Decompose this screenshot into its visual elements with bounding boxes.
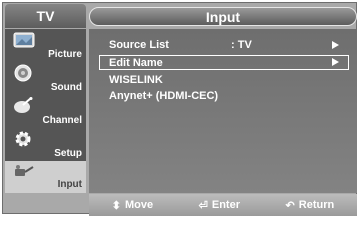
channel-icon: [14, 97, 33, 113]
sidebar-item-input[interactable]: Input: [5, 161, 86, 193]
sidebar-item-label: Input: [57, 179, 82, 190]
sidebar-item-channel[interactable]: Channel: [5, 95, 86, 129]
arrow-right-icon: [332, 41, 339, 49]
sidebar-item-label: Channel: [42, 115, 82, 126]
enter-icon: ⏎: [198, 199, 208, 212]
hint-move: ⬍ Move: [112, 199, 153, 212]
menu-item-edit-name[interactable]: Edit Name: [99, 55, 349, 70]
menu-panel: Source List : TV Edit Name WISELINK Anyn…: [89, 29, 357, 193]
page-title: Input: [205, 8, 241, 25]
menu-item-source-list[interactable]: Source List : TV: [99, 38, 349, 53]
return-icon: ↶: [285, 199, 295, 212]
sidebar-item-picture[interactable]: Picture: [5, 29, 86, 63]
hint-return-label: Return: [298, 199, 335, 211]
osd-frame: TV Picture Sound Channel Setup Input Inp…: [2, 2, 357, 216]
menu-item-label: Source List: [109, 39, 169, 51]
sidebar-item-label: Sound: [50, 82, 82, 93]
hint-enter-label: Enter: [211, 199, 240, 211]
menu-item-value: : TV: [231, 39, 252, 51]
menu-item-label: WISELINK: [109, 74, 163, 86]
menu-item-label: Edit Name: [109, 57, 163, 69]
hint-enter: ⏎ Enter: [199, 199, 240, 212]
tv-osd-screen: TV Picture Sound Channel Setup Input Inp…: [0, 0, 359, 217]
sidebar-item-sound[interactable]: Sound: [5, 62, 86, 96]
sidebar: Picture Sound Channel Setup Input: [5, 29, 86, 193]
hint-move-label: Move: [124, 199, 154, 211]
tv-menu-header-label: TV: [36, 8, 55, 24]
sidebar-item-label: Setup: [54, 148, 82, 159]
tv-menu-header: TV: [5, 4, 86, 28]
arrow-right-icon: [332, 58, 339, 66]
picture-icon: [13, 32, 35, 48]
move-icon: ⬍: [111, 199, 121, 212]
menu-item-wiselink[interactable]: WISELINK: [99, 73, 349, 88]
hint-return: ↶ Return: [286, 199, 335, 212]
input-icon: [15, 165, 34, 176]
menu-item-anynet[interactable]: Anynet+ (HDMI-CEC): [99, 89, 349, 104]
menu-title-bar: Input: [89, 7, 357, 26]
setup-icon: [15, 131, 31, 147]
menu-item-label: Anynet+ (HDMI-CEC): [109, 90, 219, 102]
sidebar-item-label: Picture: [48, 49, 82, 60]
sidebar-item-setup[interactable]: Setup: [5, 128, 86, 162]
sound-icon: [14, 64, 32, 82]
footer-hints: ⬍ Move ⏎ Enter ↶ Return: [89, 194, 357, 216]
